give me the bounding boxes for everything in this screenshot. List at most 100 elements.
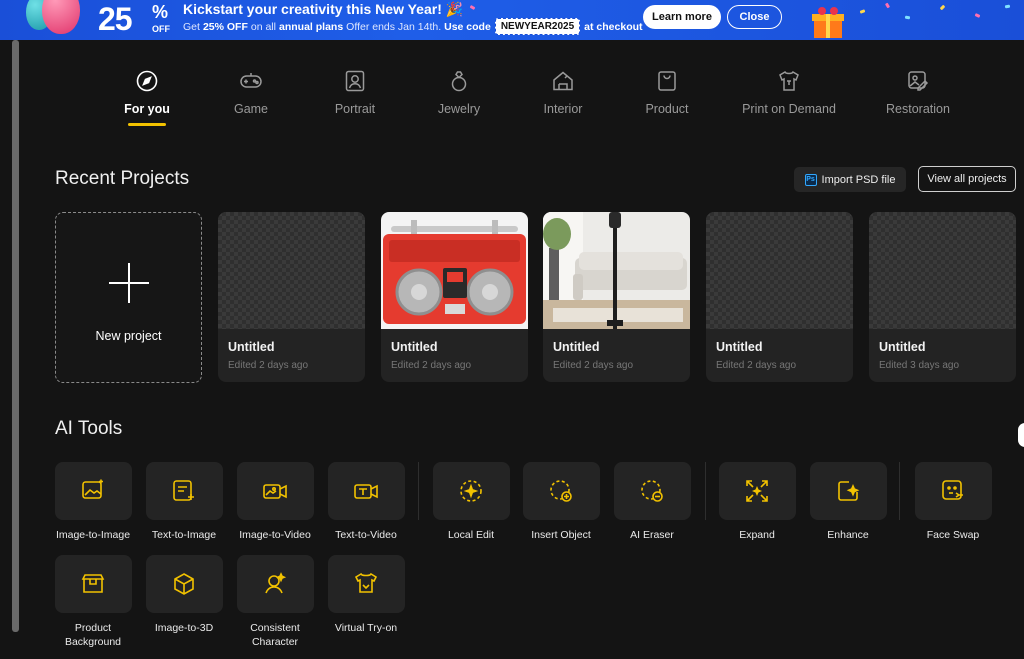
tool-tile bbox=[54, 462, 132, 520]
tool-insert-object[interactable]: Insert Object bbox=[516, 462, 606, 542]
tab-game[interactable]: Game bbox=[196, 66, 306, 116]
confetti bbox=[859, 9, 866, 14]
tool-enhance[interactable]: Enhance bbox=[803, 462, 893, 542]
tab-interior[interactable]: Interior bbox=[508, 66, 618, 116]
tab-product[interactable]: Product bbox=[612, 66, 722, 116]
project-title: Untitled bbox=[553, 340, 600, 354]
new-project-card[interactable]: New project bbox=[55, 212, 202, 383]
project-card[interactable]: Untitled Edited 2 days ago bbox=[381, 212, 528, 382]
confetti bbox=[939, 4, 946, 11]
project-edited: Edited 2 days ago bbox=[553, 360, 634, 371]
tool-tile bbox=[327, 555, 405, 613]
tool-image-to-image[interactable]: Image-to-Image bbox=[48, 462, 138, 542]
import-psd-button[interactable]: Ps Import PSD file bbox=[794, 167, 906, 192]
gift-icon bbox=[812, 7, 844, 38]
project-edited: Edited 2 days ago bbox=[391, 360, 472, 371]
compass-icon bbox=[136, 70, 158, 92]
tool-label: Product Background bbox=[64, 622, 122, 648]
tab-label: Product bbox=[645, 102, 689, 116]
boombox-thumbnail bbox=[381, 212, 528, 329]
tool-label: Image-to-Video bbox=[239, 529, 311, 541]
tool-tile bbox=[809, 462, 887, 520]
project-edited: Edited 2 days ago bbox=[228, 360, 309, 371]
promo-text: on all bbox=[250, 20, 276, 33]
promo-at-checkout: at checkout bbox=[584, 20, 643, 33]
tab-jewelry[interactable]: Jewelry bbox=[404, 66, 514, 116]
tool-text-to-video[interactable]: Text-to-Video bbox=[321, 462, 411, 542]
tool-label: Insert Object bbox=[531, 529, 591, 541]
tool-group-divider bbox=[705, 462, 706, 520]
tool-face-swap[interactable]: Face Swap bbox=[908, 462, 998, 542]
new-project-label: New project bbox=[95, 329, 162, 343]
tool-label: Image-to-3D bbox=[154, 622, 214, 634]
living-room-thumbnail bbox=[543, 212, 690, 329]
tab-portrait[interactable]: Portrait bbox=[300, 66, 410, 116]
tool-consistent-character[interactable]: Consistent Character bbox=[230, 555, 320, 649]
confetti bbox=[1004, 4, 1011, 9]
close-banner-button[interactable]: Close bbox=[727, 5, 782, 29]
tool-tile bbox=[236, 462, 314, 520]
local-edit-icon bbox=[460, 480, 482, 502]
tool-product-background[interactable]: Product Background bbox=[48, 555, 138, 649]
promo-code[interactable]: NEWYEAR2025 bbox=[494, 18, 581, 35]
project-card[interactable]: Untitled Edited 2 days ago bbox=[706, 212, 853, 382]
project-card[interactable]: Untitled Edited 3 days ago bbox=[869, 212, 1016, 382]
tool-group-divider bbox=[899, 462, 900, 520]
confetti bbox=[904, 15, 911, 20]
tool-local-edit[interactable]: Local Edit bbox=[426, 462, 516, 542]
face-swap-icon bbox=[942, 480, 963, 500]
tab-label: Portrait bbox=[334, 102, 376, 116]
project-thumbnail bbox=[218, 212, 365, 329]
image-sparkle-icon bbox=[82, 479, 103, 499]
tool-ai-eraser[interactable]: AI Eraser bbox=[607, 462, 697, 542]
tool-tile bbox=[145, 462, 223, 520]
tool-label: Enhance bbox=[827, 529, 869, 541]
promo-text: Get bbox=[183, 20, 200, 33]
tool-tile bbox=[327, 462, 405, 520]
side-handle[interactable] bbox=[1018, 423, 1024, 447]
tab-restoration[interactable]: Restoration bbox=[863, 66, 973, 116]
tab-label: Interior bbox=[543, 102, 583, 116]
learn-more-button[interactable]: Learn more bbox=[643, 5, 721, 29]
tab-label: Restoration bbox=[886, 102, 950, 116]
category-tabs: For you Game Portrait Jewelry Interior P… bbox=[0, 66, 1024, 130]
project-title: Untitled bbox=[716, 340, 763, 354]
tool-tile bbox=[718, 462, 796, 520]
tool-expand[interactable]: Expand bbox=[712, 462, 802, 542]
tool-image-to-3d[interactable]: Image-to-3D bbox=[139, 555, 229, 635]
project-card[interactable]: Untitled Edited 2 days ago bbox=[218, 212, 365, 382]
character-icon bbox=[265, 572, 287, 594]
tab-for-you[interactable]: For you bbox=[92, 66, 202, 116]
photo-restore-icon bbox=[908, 71, 929, 91]
tool-label: Consistent Character bbox=[250, 622, 300, 648]
tool-label: AI Eraser bbox=[630, 529, 674, 541]
tool-group-divider bbox=[418, 462, 419, 520]
project-thumbnail bbox=[706, 212, 853, 329]
tool-label: Text-to-Image bbox=[151, 529, 217, 541]
confetti bbox=[884, 2, 891, 9]
tool-image-to-video[interactable]: Image-to-Video bbox=[230, 462, 320, 542]
promo-percent-sign: % bbox=[152, 2, 169, 22]
project-title: Untitled bbox=[228, 340, 275, 354]
insert-object-icon bbox=[550, 480, 572, 502]
tab-print-on-demand[interactable]: Print on Demand bbox=[734, 66, 844, 116]
portrait-icon bbox=[345, 70, 365, 92]
tab-label: For you bbox=[124, 102, 170, 116]
house-icon bbox=[553, 71, 573, 91]
cube-icon bbox=[174, 573, 194, 595]
image-video-icon bbox=[263, 484, 287, 499]
confetti bbox=[974, 13, 981, 18]
text-sparkle-icon bbox=[173, 480, 194, 501]
tool-virtual-try-on[interactable]: Virtual Try-on bbox=[321, 555, 411, 635]
tab-label: Jewelry bbox=[437, 102, 481, 116]
project-card[interactable]: Untitled Edited 2 days ago bbox=[543, 212, 690, 382]
tool-text-to-image[interactable]: Text-to-Image bbox=[139, 462, 229, 542]
recent-projects-title: Recent Projects bbox=[55, 168, 190, 189]
confetti bbox=[469, 4, 476, 11]
view-all-projects-button[interactable]: View all projects bbox=[918, 166, 1016, 192]
ring-icon bbox=[451, 71, 467, 92]
project-title: Untitled bbox=[879, 340, 926, 354]
ai-tools-title: AI Tools bbox=[55, 418, 123, 439]
bag-icon bbox=[658, 71, 676, 91]
photoshop-icon: Ps bbox=[804, 173, 817, 186]
